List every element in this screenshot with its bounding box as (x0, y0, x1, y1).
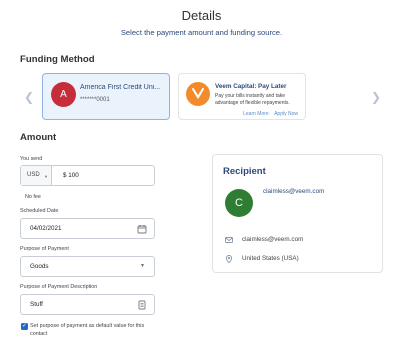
veem-capital-links: Learn More Apply Now (243, 111, 298, 117)
purpose-description-label: Purpose of Payment Description (20, 284, 98, 290)
funding-card-veem-capital[interactable]: Veem Capital: Pay Later Pay your bills i… (178, 73, 306, 120)
purpose-description-value: Stuff (30, 301, 43, 308)
location-pin-icon (225, 255, 233, 263)
mail-icon (225, 237, 233, 243)
recipient-email: claimless@veem.com (242, 236, 304, 243)
recipient-email-top: claimless@veem.com (263, 188, 325, 195)
chevron-right-icon[interactable]: ❯ (371, 90, 381, 104)
purpose-select[interactable]: Goods ▼ (20, 256, 155, 277)
recipient-heading: Recipient (223, 166, 266, 177)
veem-capital-icon (186, 82, 210, 106)
scheduled-date-field[interactable]: 04/02/2021 (20, 218, 155, 239)
bank-account-number: *******0001 (80, 97, 110, 103)
bank-avatar: A (51, 82, 76, 107)
chevron-left-icon[interactable]: ❮ (24, 90, 34, 104)
scheduled-date-value: 04/02/2021 (30, 225, 62, 232)
chevron-down-icon: ▼ (140, 263, 145, 269)
calendar-icon[interactable] (137, 224, 147, 234)
page-title: Details (181, 8, 222, 23)
purpose-label: Purpose of Payment (20, 246, 69, 252)
fee-note: No fee (25, 194, 41, 200)
amount-input[interactable]: $ 100 (63, 172, 79, 179)
caret-down-icon: ▼ (44, 174, 48, 179)
learn-more-link[interactable]: Learn More (243, 111, 269, 117)
notes-icon (138, 300, 146, 310)
default-purpose-checkbox[interactable]: ✓ (21, 323, 28, 330)
scheduled-date-label: Scheduled Date (20, 208, 59, 214)
veem-capital-title: Veem Capital: Pay Later (215, 83, 287, 90)
funding-card-bank[interactable]: A America First Credit Uni... *******000… (42, 73, 170, 120)
purpose-description-field[interactable]: Stuff (20, 294, 155, 315)
purpose-value: Goods (30, 263, 49, 270)
funding-method-heading: Funding Method (20, 54, 95, 65)
recipient-avatar: C (225, 189, 253, 217)
veem-capital-description: Pay your bills instantly and take advant… (215, 93, 290, 106)
currency-value: USD (27, 172, 40, 178)
you-send-label: You send (20, 156, 43, 162)
apply-now-link[interactable]: Apply Now (274, 111, 298, 117)
recipient-location: United States (USA) (242, 255, 299, 262)
default-purpose-label: Set purpose of payment as default value … (30, 323, 145, 337)
amount-heading: Amount (20, 132, 57, 143)
recipient-card: Recipient C claimless@veem.com claimless… (212, 154, 383, 273)
amount-field: USD ▼ $ 100 (20, 165, 155, 186)
page-subtitle: Select the payment amount and funding so… (120, 28, 283, 37)
bank-name: America First Credit Uni... (80, 84, 161, 91)
currency-select[interactable]: USD ▼ (21, 166, 52, 185)
